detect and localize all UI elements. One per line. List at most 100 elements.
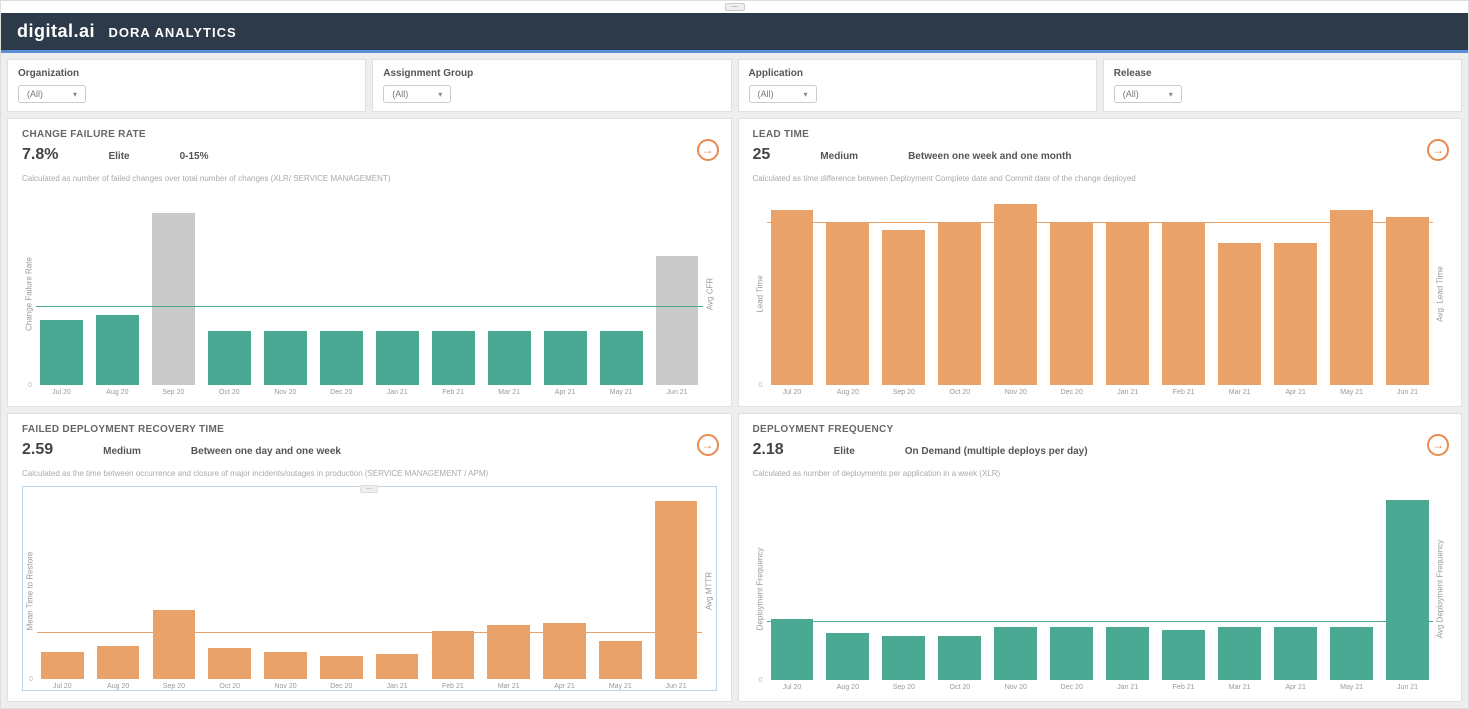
bar[interactable] [938, 223, 981, 385]
x-tick-label: Jan 21 [376, 389, 419, 396]
drilldown-button[interactable]: → [1427, 434, 1449, 456]
filter-select[interactable]: (All) ▾ [1114, 85, 1182, 103]
bar[interactable] [655, 501, 698, 679]
bar[interactable] [994, 627, 1037, 680]
bar[interactable] [656, 256, 699, 385]
bar[interactable] [1218, 243, 1261, 385]
bar[interactable] [1106, 627, 1149, 680]
bar[interactable] [1050, 627, 1093, 680]
metric-range: On Demand (multiple deploys per day) [905, 446, 1088, 457]
bar[interactable] [826, 223, 869, 385]
chart-container: Deployment Frequency 0Jul 20Aug 20Sep 20… [753, 486, 1448, 691]
metric-value: 2.18 [753, 441, 784, 459]
panel-failed-deployment-recovery-time: FAILED DEPLOYMENT RECOVERY TIME 2.59 Med… [7, 413, 732, 702]
bar[interactable] [152, 213, 195, 385]
handle-button[interactable]: — [725, 3, 745, 11]
x-tick-label: Jul 20 [771, 684, 814, 691]
avg-line [767, 222, 1434, 223]
x-tick-label: Dec 20 [320, 389, 363, 396]
drilldown-button[interactable]: → [697, 434, 719, 456]
x-tick-label: Aug 20 [97, 683, 140, 690]
bar[interactable] [826, 633, 869, 680]
filter-select[interactable]: (All) ▾ [383, 85, 451, 103]
metric-row: 2.18 Elite On Demand (multiple deploys p… [753, 441, 1448, 459]
bar[interactable] [1162, 630, 1205, 680]
panel-title: CHANGE FAILURE RATE [22, 129, 717, 140]
panel-lead-time: LEAD TIME 25 Medium Between one week and… [738, 118, 1463, 407]
drilldown-button[interactable]: → [1427, 139, 1449, 161]
bar[interactable] [1218, 627, 1261, 680]
y-axis-left: Deployment Frequency [753, 486, 767, 691]
bar[interactable] [376, 331, 419, 385]
bar[interactable] [264, 331, 307, 385]
metric-desc: Calculated as number of deployments per … [753, 469, 1448, 478]
bar[interactable] [264, 652, 307, 679]
filter-value: (All) [392, 89, 408, 99]
bar[interactable] [320, 331, 363, 385]
bar[interactable] [1162, 223, 1205, 385]
bar[interactable] [1274, 243, 1317, 385]
filter-select[interactable]: (All) ▾ [749, 85, 817, 103]
bars: 0 [37, 491, 702, 679]
filter-select[interactable]: (All) ▾ [18, 85, 86, 103]
x-tick-label: Oct 20 [938, 684, 981, 691]
bar[interactable] [1106, 223, 1149, 385]
metric-row: 2.59 Medium Between one day and one week [22, 441, 717, 459]
bar[interactable] [1386, 500, 1429, 680]
bar[interactable] [882, 636, 925, 680]
filter-label: Assignment Group [383, 68, 720, 79]
bar[interactable] [1330, 627, 1373, 680]
bar[interactable] [432, 331, 475, 385]
filter-label: Release [1114, 68, 1451, 79]
x-tick-label: Jun 21 [656, 389, 699, 396]
bar[interactable] [771, 619, 814, 680]
filter-value: (All) [758, 89, 774, 99]
y-tick-zero: 0 [759, 677, 763, 684]
bar[interactable] [544, 331, 587, 385]
bar[interactable] [40, 320, 83, 385]
bars: 0 [767, 191, 1434, 385]
bar[interactable] [1386, 217, 1429, 385]
x-tick-label: May 21 [1330, 684, 1373, 691]
bar[interactable] [599, 641, 642, 679]
bar[interactable] [432, 631, 475, 679]
chart-fdrt: 0Jul 20Aug 20Sep 20Oct 20Nov 20Dec 20Jan… [37, 491, 702, 690]
avg-line [36, 306, 703, 307]
bar[interactable] [994, 204, 1037, 385]
bar[interactable] [97, 646, 140, 679]
bar[interactable] [208, 331, 251, 385]
x-tick-label: Jan 21 [376, 683, 419, 690]
bar[interactable] [41, 652, 84, 679]
bar[interactable] [208, 648, 251, 679]
x-labels: Jul 20Aug 20Sep 20Oct 20Nov 20Dec 20Jan … [767, 680, 1434, 691]
app-window: — digital.ai DORA ANALYTICS Organization… [0, 0, 1469, 709]
bar[interactable] [320, 656, 363, 679]
bar[interactable] [153, 610, 196, 679]
metric-tier: Elite [834, 446, 855, 457]
avg-line [37, 632, 702, 633]
x-tick-label: Aug 20 [96, 389, 139, 396]
bars: 0 [36, 191, 703, 385]
bar[interactable] [771, 210, 814, 385]
x-tick-label: Mar 21 [1218, 389, 1261, 396]
x-tick-label: Apr 21 [1274, 684, 1317, 691]
x-tick-label: Dec 20 [320, 683, 363, 690]
x-tick-label: Sep 20 [882, 684, 925, 691]
metric-tier: Medium [103, 446, 141, 457]
bar[interactable] [376, 654, 419, 679]
x-tick-label: Feb 21 [432, 389, 475, 396]
metric-tier: Medium [820, 151, 858, 162]
x-labels: Jul 20Aug 20Sep 20Oct 20Nov 20Dec 20Jan … [37, 679, 702, 690]
bar[interactable] [1050, 223, 1093, 385]
bar[interactable] [488, 331, 531, 385]
bar[interactable] [600, 331, 643, 385]
metric-range: Between one week and one month [908, 151, 1071, 162]
x-tick-label: Jun 21 [1386, 389, 1429, 396]
bar[interactable] [882, 230, 925, 385]
drilldown-button[interactable]: → [697, 139, 719, 161]
bar[interactable] [96, 315, 139, 385]
bar[interactable] [1274, 627, 1317, 680]
chart-container: — Mean Time to Restore 0Jul 20Aug 20Sep … [22, 486, 717, 691]
bar[interactable] [938, 636, 981, 680]
bar[interactable] [1330, 210, 1373, 385]
